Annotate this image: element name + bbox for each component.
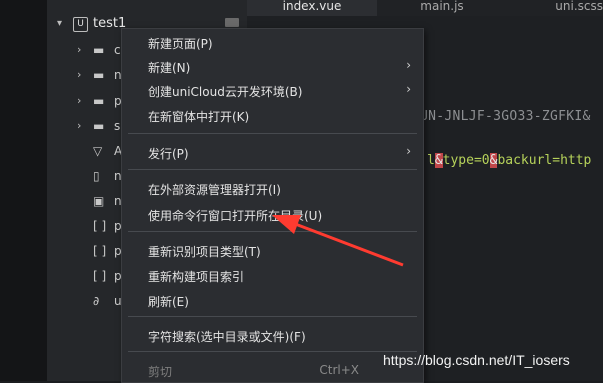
annotation-arrow-shaft: [289, 220, 404, 267]
annotation-arrow-head: [272, 215, 301, 234]
watermark-text: https://blog.csdn.net/IT_iosers: [383, 352, 570, 368]
annotation-arrow-icon: [272, 215, 404, 267]
